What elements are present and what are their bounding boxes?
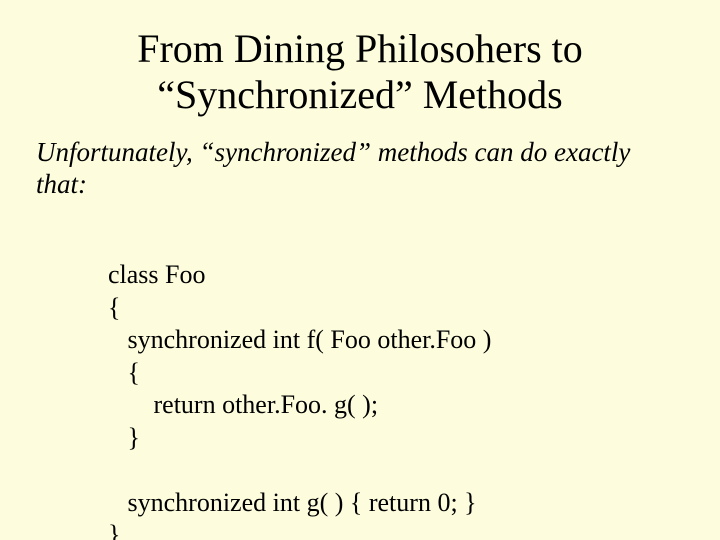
title-line-2: “Synchronized” Methods [157,72,562,117]
code-line: return other.Foo. g( ); [108,390,378,419]
code-line: { [108,293,120,322]
code-line: synchronized int g( ) { return 0; } [108,488,477,517]
code-line: { [108,358,140,387]
slide-title: From Dining Philosohers to “Synchronized… [36,26,684,118]
slide: From Dining Philosohers to “Synchronized… [0,0,720,540]
code-block: class Foo { synchronized int f( Foo othe… [108,227,684,540]
code-line: } [108,423,140,452]
code-line: synchronized int f( Foo other.Foo ) [108,325,491,354]
slide-subtitle: Unfortunately, “synchronized” methods ca… [36,136,684,201]
code-line: class Foo [108,260,206,289]
code-line: } [108,520,120,540]
title-line-1: From Dining Philosohers to [137,26,583,71]
